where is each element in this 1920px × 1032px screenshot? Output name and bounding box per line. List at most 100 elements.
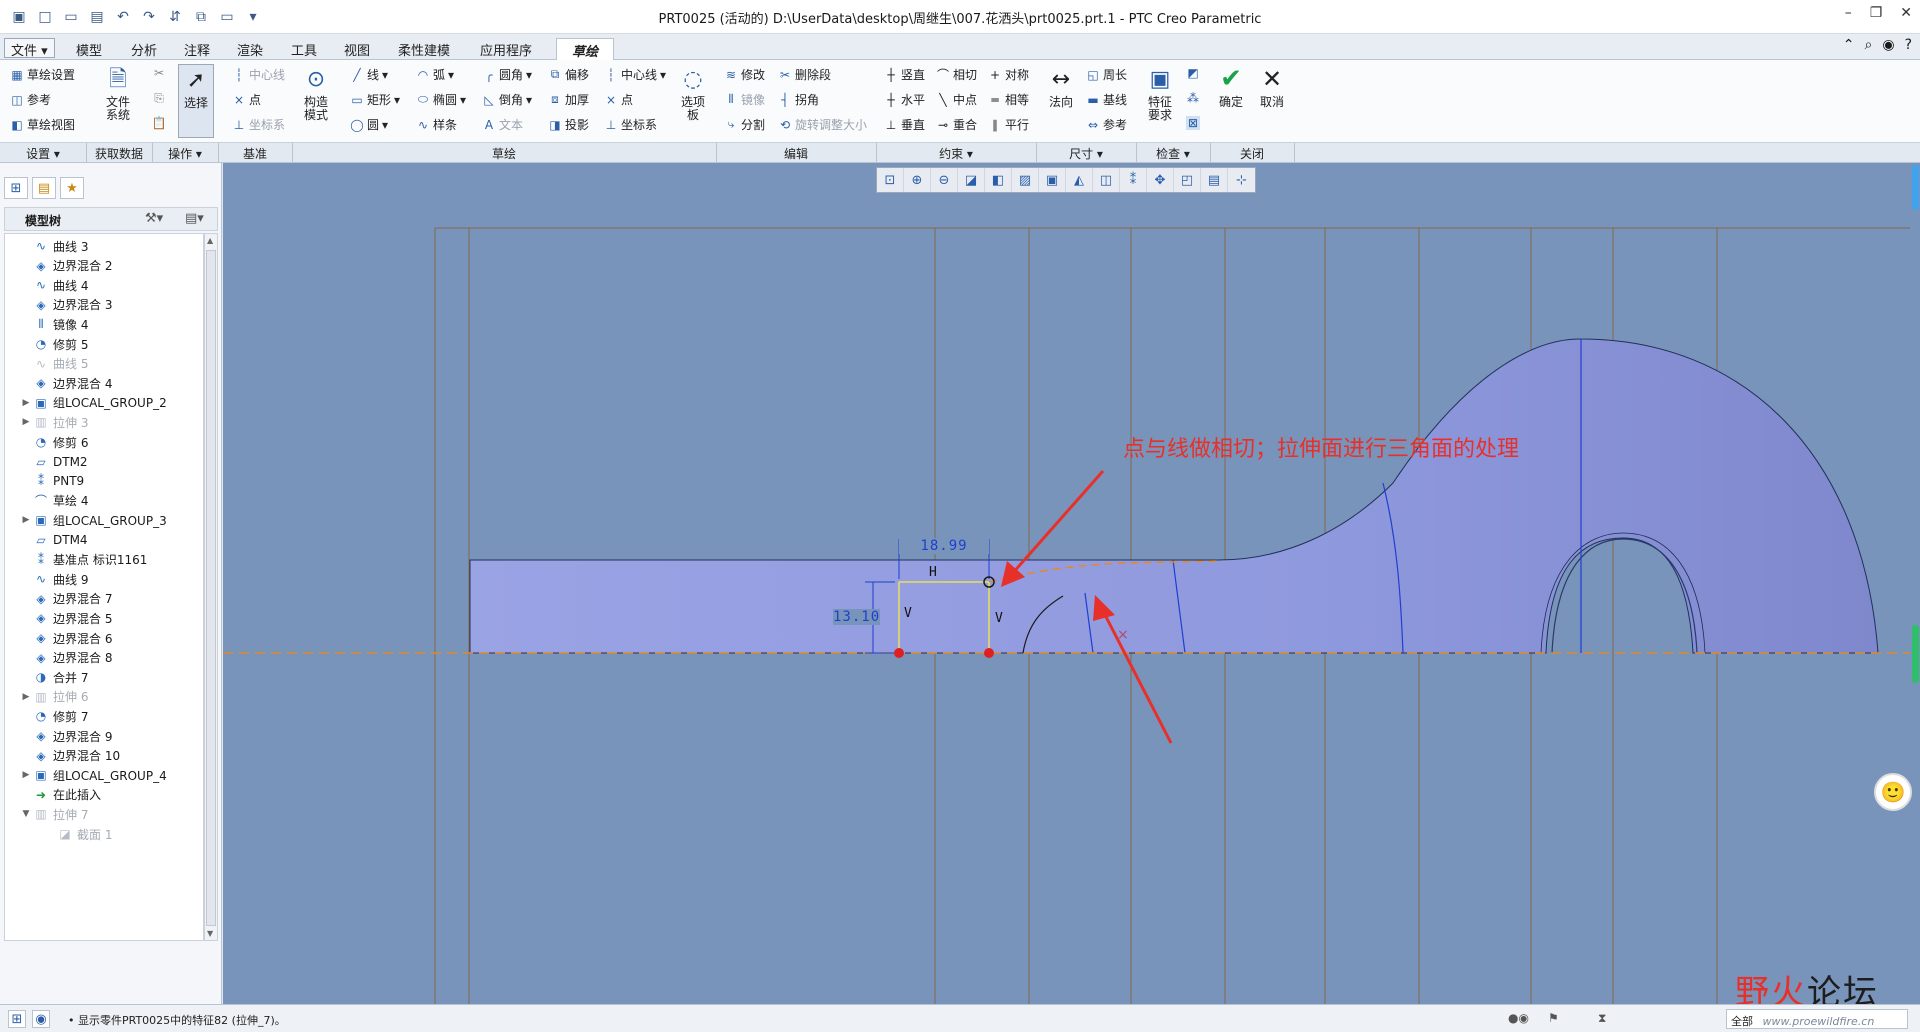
restore-icon[interactable]: ❐ — [1870, 5, 1883, 21]
constraint-display-icon[interactable]: ⊹ — [1228, 168, 1255, 192]
cancel-button[interactable]: ✕ 取消 — [1255, 64, 1289, 109]
divide-button[interactable]: ⤷ 分割 — [724, 116, 765, 133]
folder-browser-tab-icon[interactable]: ▤ — [32, 177, 56, 199]
undo-icon[interactable]: ↶ — [112, 6, 134, 28]
windows-icon[interactable]: ⧉ — [190, 6, 212, 28]
repaint-icon[interactable]: ◪ — [958, 168, 985, 192]
rectangle-button[interactable]: ▭ 矩形 ▾ — [350, 91, 400, 108]
sketch-point-button[interactable]: × 点 — [604, 91, 633, 108]
equal-constraint-button[interactable]: ═ 相等 — [988, 91, 1029, 108]
tree-item[interactable]: ⁑ 基准点 标识1161 — [5, 550, 203, 570]
baseline-button[interactable]: ▬ 基线 — [1086, 91, 1127, 108]
save-icon[interactable]: ▤ — [86, 6, 108, 28]
coincident-constraint-button[interactable]: ⊸ 重合 — [936, 116, 977, 133]
spin-center-icon[interactable]: ✥ — [1147, 168, 1174, 192]
sketch-setup-button[interactable]: ▦ 草绘设置 — [10, 66, 75, 83]
project-button[interactable]: ◨ 投影 — [548, 116, 589, 133]
zoom-out-icon[interactable]: ⊖ — [931, 168, 958, 192]
saved-orientations-icon[interactable]: ▨ — [1012, 168, 1039, 192]
expand-toggle-icon[interactable]: ▶ — [19, 515, 33, 525]
tree-item[interactable]: ◈ 边界混合 4 — [5, 373, 203, 393]
midpoint-constraint-button[interactable]: ╲ 中点 — [936, 91, 977, 108]
circle-button[interactable]: ◯ 圆 ▾ — [350, 116, 388, 133]
tree-item[interactable]: ∿ 曲线 5 — [5, 354, 203, 374]
tree-item[interactable]: ◈ 边界混合 7 — [5, 589, 203, 609]
zoom-in-icon[interactable]: ⊕ — [904, 168, 931, 192]
tree-item[interactable]: ◔ 修剪 7 — [5, 706, 203, 726]
vertical-constraint-button[interactable]: ┼ 竖直 — [884, 66, 925, 83]
tree-item[interactable]: ⌒ 草绘 4 — [5, 491, 203, 511]
datum-coord-button[interactable]: ⊥ 坐标系 — [232, 116, 285, 133]
highlight-open-ends-icon[interactable]: ⁂ — [1186, 91, 1200, 105]
tab-annotate[interactable]: 注释 — [176, 38, 218, 60]
tree-item[interactable]: ▶ ▣ 组LOCAL_GROUP_4 — [5, 765, 203, 785]
tree-item[interactable]: ▶ ▣ 组LOCAL_GROUP_3 — [5, 510, 203, 530]
tree-item[interactable]: ◈ 边界混合 8 — [5, 648, 203, 668]
shade-closed-loops-icon[interactable]: ⊠ — [1186, 116, 1200, 130]
corner-button[interactable]: ┤ 拐角 — [778, 91, 819, 108]
tree-item[interactable]: ▶ ▣ 组LOCAL_GROUP_2 — [5, 393, 203, 413]
tree-item[interactable]: ◔ 修剪 5 — [5, 334, 203, 354]
view-manager-icon[interactable]: ▣ — [1039, 168, 1066, 192]
toggle-browser-icon[interactable]: ◉ — [32, 1010, 50, 1028]
expand-toggle-icon[interactable]: ▼ — [19, 809, 33, 819]
thicken-button[interactable]: ⧈ 加厚 — [548, 91, 589, 108]
tree-item[interactable]: ▶ ▥ 拉伸 3 — [5, 412, 203, 432]
datum-display-icon[interactable]: ⁑ — [1120, 168, 1147, 192]
datum-centerline-button[interactable]: ┆ 中心线 — [232, 66, 285, 83]
search-icon[interactable]: ⌕ — [1865, 37, 1873, 53]
tree-item[interactable]: ∿ 曲线 9 — [5, 569, 203, 589]
sketch-coord-button[interactable]: ⊥ 坐标系 — [604, 116, 657, 133]
fillet-button[interactable]: ╭ 圆角 ▾ — [482, 66, 532, 83]
spline-button[interactable]: ∿ 样条 — [416, 116, 457, 133]
tree-item[interactable]: ◈ 边界混合 5 — [5, 608, 203, 628]
minimize-icon[interactable]: – — [1845, 5, 1852, 21]
tree-item[interactable]: ◈ 边界混合 10 — [5, 746, 203, 766]
selection-filter[interactable]: 全部 www.proewildfire.cn — [1726, 1009, 1908, 1029]
regenerate-icon[interactable]: ⇵ — [164, 6, 186, 28]
horizontal-constraint-button[interactable]: ┼ 水平 — [884, 91, 925, 108]
group-dimension[interactable]: 尺寸 ▾ — [1036, 145, 1136, 162]
assistant-avatar[interactable]: 🙂 — [1874, 773, 1912, 811]
mirror-button[interactable]: ⫴ 镜像 — [724, 91, 765, 108]
tree-item[interactable]: ▱ DTM2 — [5, 452, 203, 472]
tree-item[interactable]: ◈ 边界混合 3 — [5, 295, 203, 315]
tree-item[interactable]: ▶ ▥ 拉伸 6 — [5, 687, 203, 707]
symmetric-constraint-button[interactable]: + 对称 — [988, 66, 1029, 83]
tree-item[interactable]: ▼ ▥ 拉伸 7 — [5, 804, 203, 824]
tab-analysis[interactable]: 分析 — [123, 38, 165, 60]
tab-render[interactable]: 渲染 — [229, 38, 271, 60]
tree-item[interactable]: ∿ 曲线 4 — [5, 275, 203, 295]
tree-item[interactable]: ▱ DTM4 — [5, 530, 203, 550]
sketch-view-icon[interactable]: ◫ — [1093, 168, 1120, 192]
close-window-icon[interactable]: ▭ — [216, 6, 238, 28]
text-button[interactable]: A 文本 — [482, 116, 523, 133]
normal-dimension-button[interactable]: ↔ 法向 — [1046, 64, 1076, 109]
expand-toggle-icon[interactable]: ▶ — [19, 692, 33, 702]
group-setup[interactable]: 设置 ▾ — [0, 145, 86, 162]
refit-icon[interactable]: ⊡ — [877, 168, 904, 192]
tree-item[interactable]: ➜ 在此插入 — [5, 785, 203, 805]
paste-icon[interactable]: 📋 — [152, 116, 167, 130]
select-button[interactable]: ➚ 选择 — [178, 64, 214, 138]
new-icon[interactable]: □ — [34, 6, 56, 28]
construction-mode-button[interactable]: ⊙ 构造 模式 — [298, 64, 334, 122]
tree-item[interactable]: ◈ 边界混合 2 — [5, 256, 203, 276]
group-inspect[interactable]: 检查 ▾ — [1136, 145, 1210, 162]
graphics-window[interactable]: × ⊡ ⊕ ⊖ ◪ ◧ ▨ ▣ ◭ ◫ ⁑ ✥ ◰ ▤ ⊹ 点与线做相切；拉伸面… — [223, 163, 1920, 1004]
model-tree-tab-icon[interactable]: ⊞ — [4, 177, 28, 199]
tree-settings-icon[interactable]: ⚒▾ — [145, 211, 163, 226]
ellipse-button[interactable]: ⬭ 椭圆 ▾ — [416, 91, 466, 108]
favorites-tab-icon[interactable]: ★ — [60, 177, 84, 199]
reference-dim-button[interactable]: ⇔ 参考 — [1086, 116, 1127, 133]
dimension-width-value[interactable]: 18.99 — [899, 538, 989, 554]
expand-toggle-icon[interactable]: ▶ — [19, 398, 33, 408]
delete-segment-button[interactable]: ✂ 删除段 — [778, 66, 831, 83]
expand-toggle-icon[interactable]: ▶ — [19, 417, 33, 427]
scrollbar-thumb[interactable] — [206, 250, 216, 926]
toggle-navigator-icon[interactable]: ⊞ — [8, 1010, 26, 1028]
tree-item[interactable]: ◔ 修剪 6 — [5, 432, 203, 452]
perimeter-button[interactable]: ◱ 周长 — [1086, 66, 1127, 83]
modify-button[interactable]: ≋ 修改 — [724, 66, 765, 83]
file-system-button[interactable]: 🗎 文件 系统 — [98, 64, 138, 122]
